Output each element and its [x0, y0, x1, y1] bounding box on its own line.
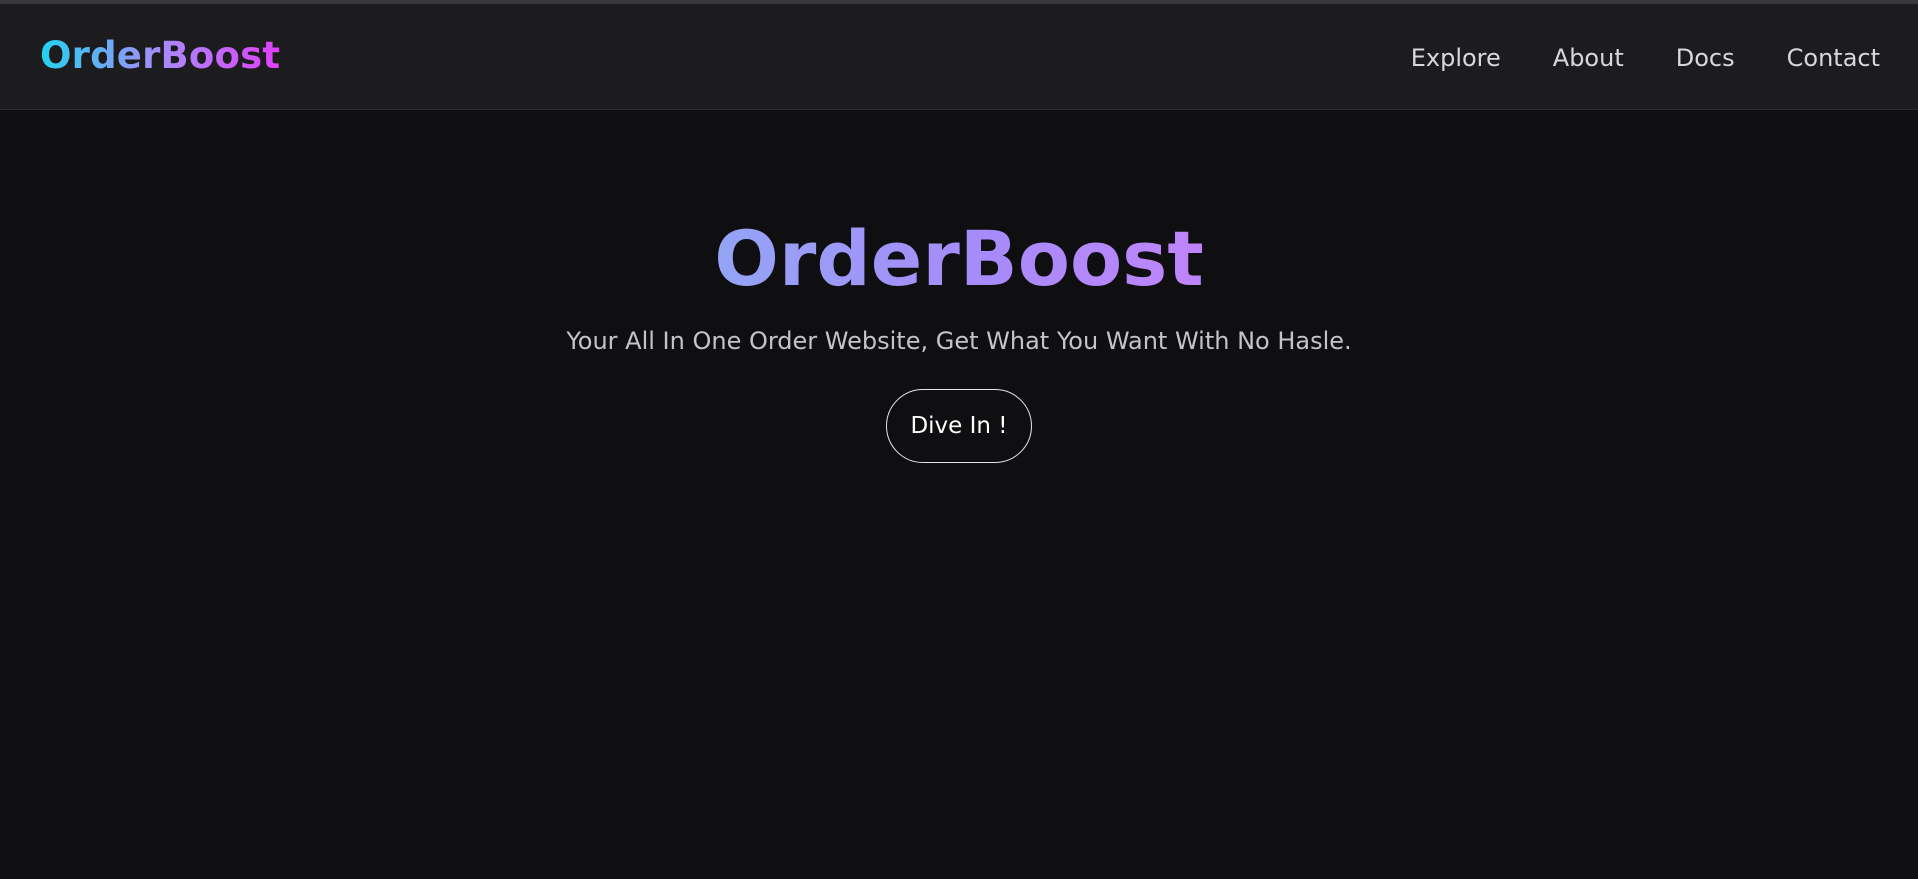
nav-links: Explore About Docs Contact [1411, 42, 1880, 74]
nav-link-docs[interactable]: Docs [1676, 42, 1735, 74]
nav-link-about[interactable]: About [1553, 42, 1624, 74]
hero-subtitle: Your All In One Order Website, Get What … [566, 327, 1352, 355]
brand-logo[interactable]: OrderBoost [40, 34, 280, 78]
nav-link-explore[interactable]: Explore [1411, 42, 1501, 74]
navbar: OrderBoost Explore About Docs Contact [0, 4, 1918, 110]
hero-title: OrderBoost [714, 214, 1204, 303]
dive-in-button[interactable]: Dive In ! [886, 389, 1032, 463]
hero-section: OrderBoost Your All In One Order Website… [0, 110, 1918, 463]
nav-link-contact[interactable]: Contact [1787, 42, 1880, 74]
cta-wrapper: Dive In ! [0, 389, 1918, 463]
